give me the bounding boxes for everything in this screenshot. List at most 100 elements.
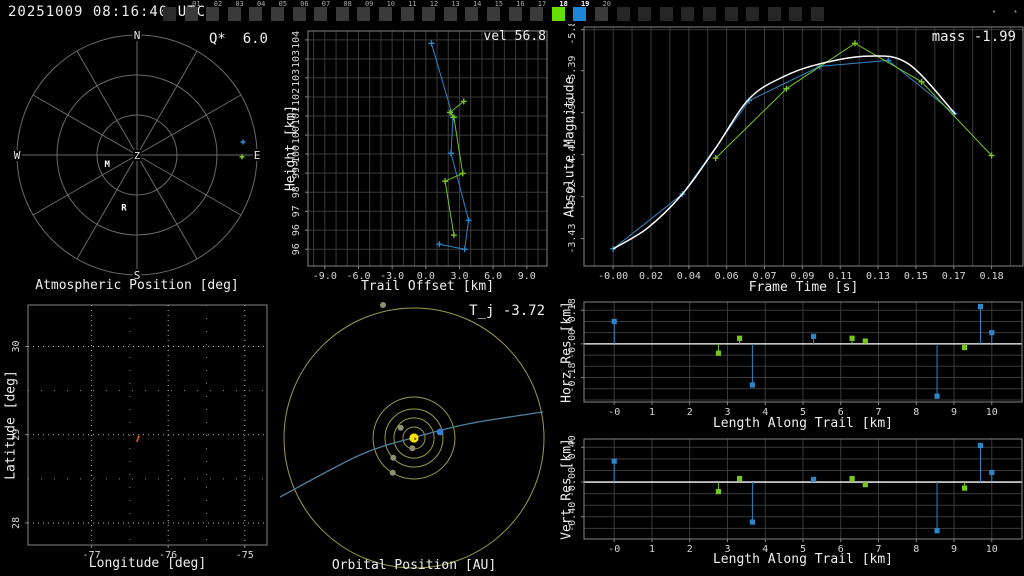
frame-thumb-17[interactable]: 17 bbox=[530, 0, 551, 24]
frame-thumb-image[interactable] bbox=[638, 7, 652, 21]
frame-thumb-05[interactable]: 05 bbox=[271, 0, 292, 24]
frame-thumb-image[interactable] bbox=[314, 7, 328, 21]
frame-thumb-09[interactable]: 09 bbox=[357, 0, 378, 24]
trail-offset-plot: -9.0 -6.0 -3.0 0.0 3.0 6.0 9.09696979899100100… bbox=[291, 30, 548, 282]
frame-thumb-blank[interactable] bbox=[703, 0, 724, 24]
frame-thumb-blank[interactable] bbox=[789, 0, 810, 24]
frame-thumb-image[interactable] bbox=[508, 7, 522, 21]
frame-thumb-image[interactable] bbox=[703, 7, 716, 21]
ground-track bbox=[136, 435, 140, 443]
frame-thumb-11[interactable]: 11 bbox=[400, 0, 422, 24]
lat-lon-grid bbox=[28, 305, 267, 545]
planet-dot bbox=[390, 454, 397, 461]
frame-thumb-02[interactable]: 02 bbox=[206, 0, 227, 24]
frame-thumb-image[interactable] bbox=[292, 7, 306, 21]
frame-number: 17 bbox=[537, 0, 547, 8]
frame-thumb-blank[interactable] bbox=[746, 0, 767, 24]
zenith-label: Z bbox=[134, 151, 140, 162]
tisserand-stat: T_j -3.72 bbox=[469, 303, 545, 319]
frame-thumb-18[interactable]: 18 bbox=[551, 0, 573, 24]
top-bar: 20251009 08:16:40 UTC 01 02 03 04 05 06 07 08 09… bbox=[0, 0, 1024, 24]
frame-number: 09 bbox=[364, 0, 374, 8]
frame-thumb-12[interactable]: 12 bbox=[422, 0, 443, 24]
atmospheric-position-plot: NESW ZMR bbox=[12, 27, 263, 284]
frame-thumb-07[interactable]: 07 bbox=[314, 0, 335, 24]
frame-thumb-01[interactable]: 01 bbox=[184, 0, 206, 24]
frame-thumb-blank[interactable] bbox=[811, 0, 832, 24]
frame-thumb-19[interactable]: 19 bbox=[573, 0, 594, 24]
frame-number: 10 bbox=[386, 0, 395, 8]
frame-thumb-image[interactable] bbox=[681, 7, 695, 21]
horz-res-xlabel: Length Along Trail [km] bbox=[712, 416, 893, 431]
frame-thumb-13[interactable]: 13 bbox=[443, 0, 465, 24]
frame-thumb-03[interactable]: 03 bbox=[227, 0, 249, 24]
frame-number: 04 bbox=[256, 0, 266, 8]
frame-thumb-image[interactable] bbox=[595, 7, 608, 21]
frame-thumb-image[interactable] bbox=[249, 7, 263, 21]
frame-thumb-16[interactable]: 16 bbox=[508, 0, 530, 24]
frame-thumb-image[interactable] bbox=[789, 7, 803, 21]
svg-text:104: 104 bbox=[291, 31, 302, 49]
frame-number: 03 bbox=[235, 0, 244, 8]
sun-dot bbox=[409, 433, 419, 443]
frame-thumb-image[interactable] bbox=[811, 7, 824, 21]
frame-thumb-blank[interactable] bbox=[163, 0, 184, 24]
svg-text:96: 96 bbox=[291, 224, 302, 236]
frame-number: 02 bbox=[213, 0, 223, 8]
orbit-title: Orbital Position [AU] bbox=[331, 558, 497, 573]
frame-thumb-blank[interactable] bbox=[681, 0, 702, 24]
frame-thumb-blank[interactable] bbox=[767, 0, 789, 24]
planet-dot bbox=[397, 424, 404, 431]
frame-thumb-image[interactable] bbox=[422, 7, 436, 21]
frame-thumb-image[interactable] bbox=[465, 7, 479, 21]
frame-thumb-04[interactable]: 04 bbox=[249, 0, 270, 24]
frame-thumb-blank[interactable] bbox=[616, 0, 638, 24]
velocity-stat: vel 56.8 bbox=[483, 29, 546, 44]
frame-thumb-image[interactable] bbox=[530, 7, 544, 21]
frame-thumb-image[interactable] bbox=[487, 7, 500, 21]
frame-thumb-blank[interactable] bbox=[724, 0, 746, 24]
cardinal-E: E bbox=[254, 149, 261, 162]
frame-thumb-image[interactable] bbox=[767, 7, 781, 21]
frame-thumb-14[interactable]: 14 bbox=[465, 0, 486, 24]
frame-thumb-image[interactable] bbox=[163, 7, 176, 21]
frame-thumb-image[interactable] bbox=[746, 7, 760, 21]
vert-res-grid bbox=[584, 439, 1022, 539]
frame-thumb-20[interactable]: 20 bbox=[595, 0, 616, 24]
site-2-lightcurve bbox=[712, 40, 995, 162]
horz-res-grid bbox=[584, 302, 1022, 402]
mag-ylabel: Absolute Magnitude bbox=[562, 76, 578, 218]
svg-text:103: 103 bbox=[291, 50, 302, 68]
frame-thumb-06[interactable]: 06 bbox=[292, 0, 314, 24]
frame-thumb-image[interactable] bbox=[724, 7, 738, 21]
frame-thumb-image[interactable] bbox=[379, 7, 392, 21]
frame-thumb-image[interactable] bbox=[184, 7, 198, 21]
frame-thumb-blank[interactable] bbox=[659, 0, 681, 24]
frame-thumb-blank[interactable] bbox=[638, 0, 659, 24]
frame-thumb-image[interactable] bbox=[616, 7, 630, 21]
frame-thumb-image[interactable] bbox=[659, 7, 673, 21]
frame-thumb-image[interactable] bbox=[271, 7, 284, 21]
frame-number: 15 bbox=[494, 0, 503, 8]
frame-thumb-image[interactable] bbox=[551, 7, 565, 21]
frame-thumb-image[interactable] bbox=[443, 7, 457, 21]
trail-offset-grid bbox=[308, 31, 547, 266]
frame-number: 19 bbox=[580, 0, 590, 8]
frame-thumb-10[interactable]: 10 bbox=[379, 0, 400, 24]
frame-number: 07 bbox=[321, 0, 331, 8]
frame-thumb-image[interactable] bbox=[400, 7, 414, 21]
frame-thumb-08[interactable]: 08 bbox=[335, 0, 357, 24]
frame-thumb-image[interactable] bbox=[357, 7, 371, 21]
mag-xlabel: Frame Time [s] bbox=[748, 280, 859, 295]
vert-res-ylabel: Vert Res [km] bbox=[559, 438, 575, 540]
orbital-position-plot bbox=[280, 302, 545, 569]
frame-thumb-15[interactable]: 15 bbox=[487, 0, 508, 24]
overflow-ellipsis-icon[interactable]: · · · bbox=[990, 6, 1024, 19]
frame-number: 16 bbox=[516, 0, 525, 8]
frame-thumb-image[interactable] bbox=[573, 7, 587, 21]
latlon-xlabel: Longitude [deg] bbox=[88, 556, 207, 571]
trail-offset-frame bbox=[307, 30, 548, 267]
frame-thumb-image[interactable] bbox=[227, 7, 241, 21]
frame-thumb-image[interactable] bbox=[335, 7, 349, 21]
frame-thumb-image[interactable] bbox=[206, 7, 220, 21]
